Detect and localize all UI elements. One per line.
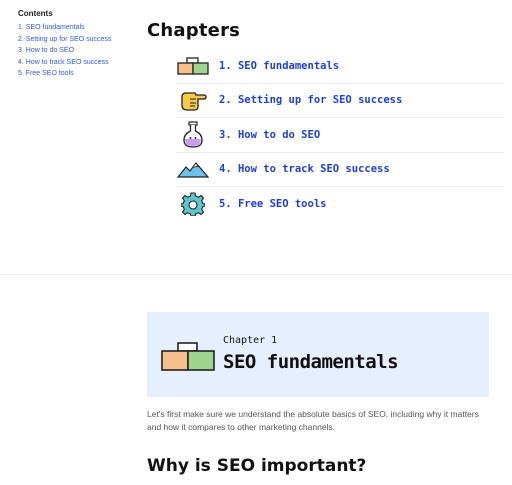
chapter-label: 2. Setting up for SEO success [219,94,403,107]
section-heading: Why is SEO important? [147,456,367,476]
toc-list: 1. SEO fundamentals 2. Setting up for SE… [18,24,128,79]
chapter-card: Chapter 1 SEO fundamentals [147,312,489,397]
chapter-link-seo-fundamentals[interactable]: 1. SEO fundamentals [176,49,504,84]
gear-icon [176,190,210,218]
chapter-title: SEO fundamentals [223,351,399,373]
chapter-list: 1. SEO fundamentals 2. Setting up for SE… [176,49,504,222]
chapter-link-setting-up[interactable]: 2. Setting up for SEO success [176,84,504,118]
chapter-label: 1. SEO fundamentals [219,59,340,72]
chapter-label: 5. Free SEO tools [219,198,327,211]
blocks-icon [176,52,210,80]
pointing-hand-icon [176,86,210,114]
chapters-heading: Chapters [147,20,241,41]
intro-paragraph: Let's first make sure we understand the … [147,409,479,432]
toc-link-seo-fundamentals[interactable]: 1. SEO fundamentals [18,24,128,33]
toc-link-setting-up[interactable]: 2. Setting up for SEO success [18,36,128,45]
toc-link-how-to-do-seo[interactable]: 3. How to do SEO [18,47,128,56]
blocks-icon [161,342,215,372]
chapter-number: Chapter 1 [223,335,278,346]
toc-title: Contents [18,9,53,18]
mountain-icon [176,155,210,183]
section-divider [0,274,512,275]
toc-link-track-success[interactable]: 4. How to track SEO success [18,59,128,68]
table-of-contents: Contents 1. SEO fundamentals 2. Setting … [18,9,128,82]
chapter-link-how-to-do-seo[interactable]: 3. How to do SEO [176,118,504,153]
flask-icon [176,121,210,149]
chapter-label: 4. How to track SEO success [219,163,390,176]
toc-link-free-tools[interactable]: 5. Free SEO tools [18,70,128,79]
chapter-label: 3. How to do SEO [219,128,321,141]
chapter-link-track-success[interactable]: 4. How to track SEO success [176,153,504,187]
chapter-link-free-tools[interactable]: 5. Free SEO tools [176,187,504,222]
